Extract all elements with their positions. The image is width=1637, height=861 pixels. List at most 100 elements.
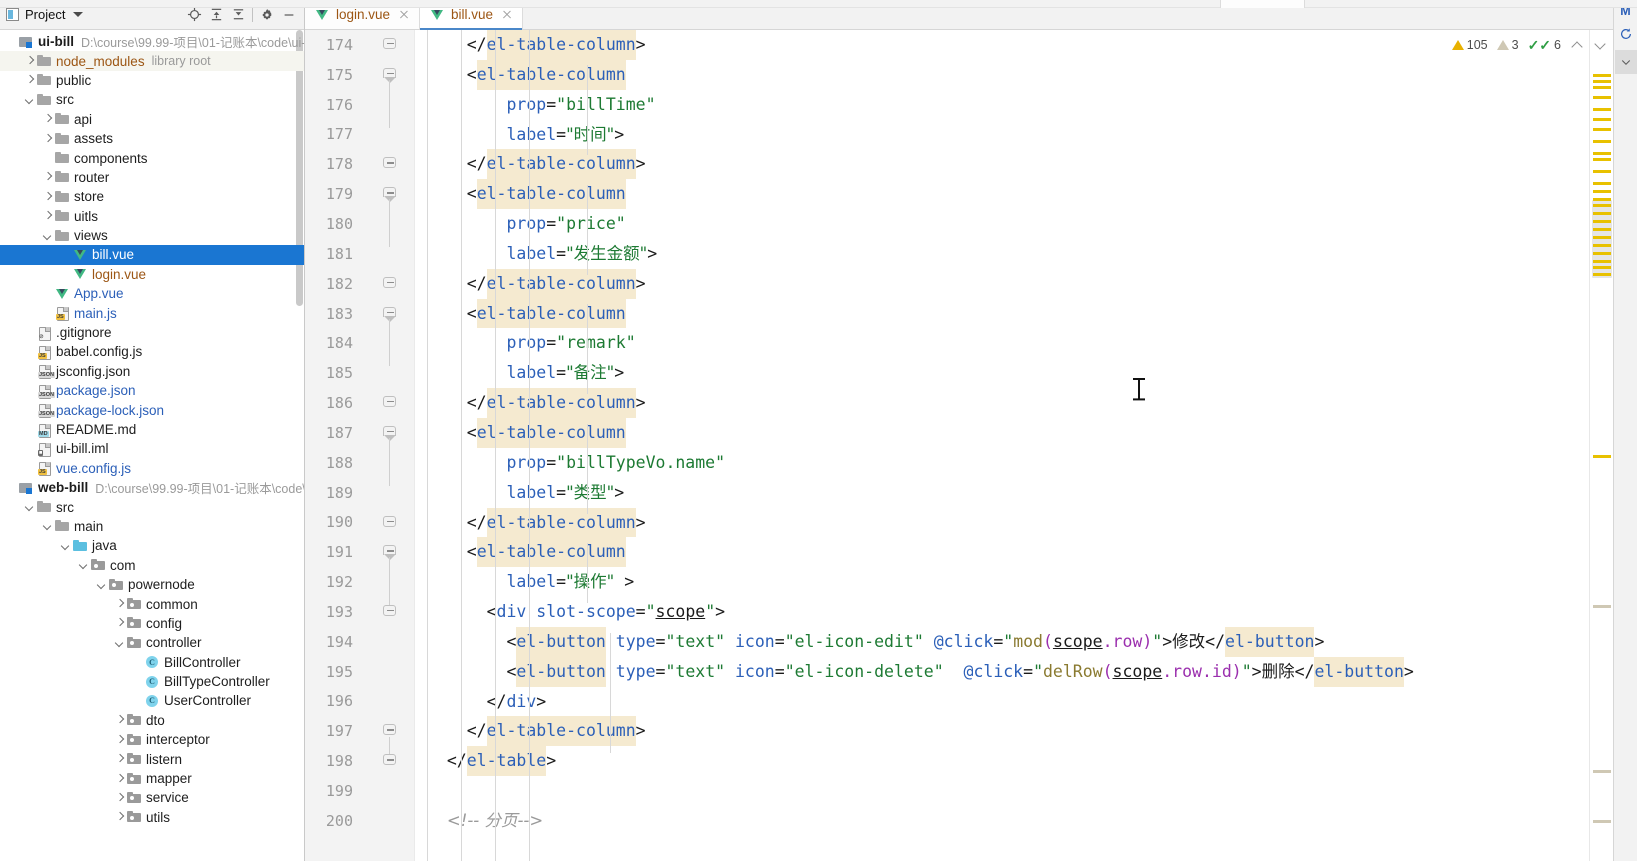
error-stripe-mark[interactable] (1593, 86, 1611, 89)
chevron-right-icon[interactable] (42, 133, 53, 144)
tree-item-package-json[interactable]: JSON package.json (0, 381, 304, 400)
typo-count-badge[interactable]: ✓✓ 6 (1528, 38, 1561, 52)
project-tree[interactable]: ui-bill D:\course\99.99-项目\01-记账本\code\ui… (0, 30, 304, 861)
tree-item-common[interactable]: common (0, 594, 304, 613)
error-stripe-mark[interactable] (1593, 260, 1611, 263)
reload-icon[interactable] (1615, 22, 1637, 46)
code-line[interactable]: < el-table-column (415, 298, 1589, 329)
chevron-down-icon[interactable] (1614, 50, 1637, 74)
code-line[interactable]: prop = "billTime" (415, 90, 1589, 120)
code-line[interactable]: prop = "billTypeVo.name" (415, 448, 1589, 478)
error-stripe-mark[interactable] (1593, 80, 1611, 83)
code-line[interactable]: < el-table-column (415, 417, 1589, 448)
tree-item-billcontroller[interactable]: BillController (0, 653, 304, 672)
warning-count-badge[interactable]: 105 (1451, 38, 1488, 52)
code-line[interactable]: prop = "price" (415, 209, 1589, 239)
gutter-line[interactable]: 187 (305, 418, 414, 448)
error-stripe-mark[interactable] (1593, 204, 1611, 207)
code-line[interactable]: </el-table-column > (415, 149, 1589, 180)
gutter-line[interactable]: 186 (305, 388, 414, 418)
error-stripe-mark[interactable] (1593, 96, 1611, 99)
tree-item-src[interactable]: src (0, 497, 304, 516)
error-stripe-mark[interactable] (1593, 118, 1611, 121)
chevron-right-icon[interactable] (42, 211, 53, 222)
code-fold-toggle[interactable] (383, 515, 396, 529)
error-stripe-mark[interactable] (1593, 228, 1611, 231)
tree-item-package-lock-json[interactable]: JSON package-lock.json (0, 400, 304, 419)
tree-item-listern[interactable]: listern (0, 749, 304, 768)
chevron-down-icon[interactable] (60, 540, 71, 551)
gutter-line[interactable]: 183 (305, 299, 414, 329)
tree-item-java[interactable]: java (0, 536, 304, 555)
error-stripe-mark[interactable] (1593, 158, 1611, 161)
gutter-line[interactable]: 178 (305, 149, 414, 179)
tree-item-dto[interactable]: dto (0, 711, 304, 730)
code-editor[interactable]: </el-table-column > < el-table-column prop… (415, 30, 1589, 861)
code-fold-toggle[interactable] (383, 306, 396, 322)
tree-item-main-js[interactable]: JS main.js (0, 303, 304, 322)
error-stripe-mark[interactable] (1593, 820, 1611, 823)
code-line[interactable]: < el-table-column (415, 179, 1589, 210)
error-stripe-mark[interactable] (1593, 455, 1611, 458)
error-stripe-scrollbar[interactable] (1589, 30, 1613, 861)
tree-item-assets[interactable]: assets (0, 129, 304, 148)
code-fold-toggle[interactable] (383, 605, 396, 618)
gutter-line[interactable]: 176 (305, 90, 414, 120)
code-line[interactable]: label = "发生金额" > (415, 239, 1589, 269)
chevron-right-icon[interactable] (24, 75, 35, 86)
tree-item-main[interactable]: main (0, 517, 304, 536)
code-fold-toggle[interactable] (383, 38, 396, 51)
code-line[interactable]: </div > (415, 687, 1589, 717)
code-line[interactable]: label = "类型" > (415, 478, 1589, 508)
gutter-line[interactable]: 188 (305, 448, 414, 478)
error-stripe-mark[interactable] (1593, 605, 1611, 608)
code-line[interactable]: </el-table-column > (415, 268, 1589, 299)
tree-item-app-vue[interactable]: App.vue (0, 284, 304, 303)
tree-item-interceptor[interactable]: interceptor (0, 730, 304, 749)
error-stripe-mark[interactable] (1593, 170, 1611, 173)
gutter-line[interactable]: 194 (305, 627, 414, 657)
tree-item-ui-bill-iml[interactable]: ■ ui-bill.iml (0, 439, 304, 458)
code-fold-toggle[interactable] (383, 545, 396, 561)
code-line[interactable]: < el-table-column (415, 59, 1589, 90)
chevron-down-icon[interactable] (73, 12, 84, 17)
tree-item-router[interactable]: router (0, 168, 304, 187)
code-line[interactable]: </el-table-column > (415, 507, 1589, 538)
error-stripe-mark[interactable] (1593, 273, 1611, 276)
tree-item-components[interactable]: components (0, 148, 304, 167)
error-stripe-mark[interactable] (1593, 190, 1611, 193)
tree-item-store[interactable]: store (0, 187, 304, 206)
chevron-right-icon[interactable] (114, 792, 125, 803)
code-fold-toggle[interactable] (383, 425, 396, 441)
tree-item-login-vue[interactable]: login.vue (0, 265, 304, 284)
error-stripe-mark[interactable] (1593, 198, 1611, 201)
tree-item-api[interactable]: api (0, 110, 304, 129)
code-line[interactable]: < el-button type = "text" icon = "el-icon-del… (415, 656, 1589, 687)
gutter-line[interactable]: 193 (305, 597, 414, 627)
tree-item-mapper[interactable]: mapper (0, 769, 304, 788)
chevron-down-icon[interactable] (42, 230, 53, 241)
error-stripe-mark[interactable] (1593, 74, 1611, 77)
chevron-right-icon[interactable] (42, 191, 53, 202)
editor-gutter[interactable]: 174 175 176 177 178 179 180 181 182 183 184 185 186 1… (305, 30, 415, 861)
gutter-line[interactable]: 175 (305, 60, 414, 90)
chevron-down-icon[interactable] (96, 579, 107, 590)
error-stripe-mark[interactable] (1593, 108, 1611, 111)
tree-item-service[interactable]: service (0, 788, 304, 807)
tree-item-public[interactable]: public (0, 71, 304, 90)
gutter-line[interactable]: 200 (305, 806, 414, 836)
chevron-down-icon[interactable] (24, 502, 35, 513)
tree-item-bill-vue[interactable]: bill.vue (0, 245, 304, 265)
gutter-line[interactable]: 192 (305, 567, 414, 597)
code-line[interactable]: < el-button type = "text" icon = "el-icon-edi… (415, 626, 1589, 657)
tree-item-gitignore[interactable]: ⊘ .gitignore (0, 323, 304, 342)
code-line[interactable]: label = "时间" > (415, 120, 1589, 150)
gutter-line[interactable]: 181 (305, 239, 414, 269)
error-stripe-mark[interactable] (1593, 770, 1611, 773)
gutter-line[interactable]: 197 (305, 716, 414, 746)
tree-item-node-modules[interactable]: node_modules library root (0, 51, 304, 71)
error-stripe-mark[interactable] (1593, 220, 1611, 223)
tree-item-jsconfig-json[interactable]: JSON jsconfig.json (0, 362, 304, 381)
code-line[interactable]: label = "操作" > (415, 567, 1589, 597)
chevron-right-icon[interactable] (114, 734, 125, 745)
